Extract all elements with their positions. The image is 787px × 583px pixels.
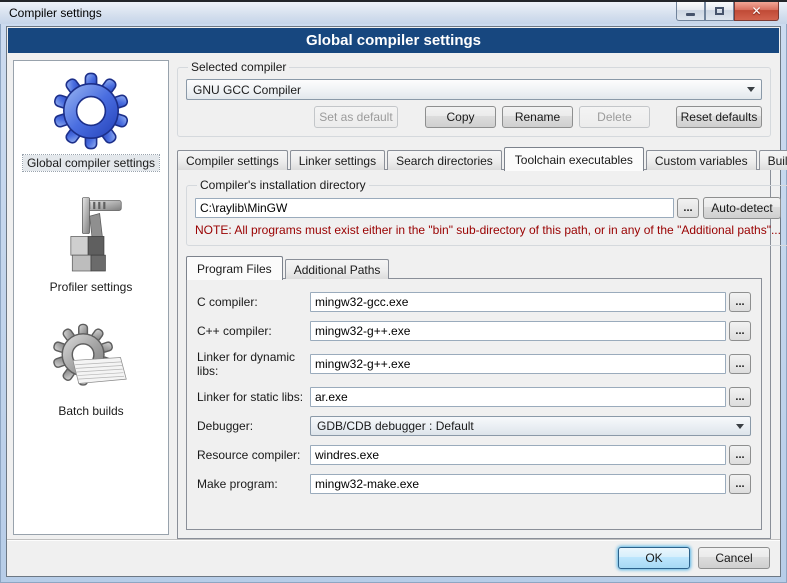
caliper-icon [49,193,133,277]
dialog-footer: OK Cancel [7,539,780,576]
dynamic-linker-input[interactable] [310,354,726,374]
make-program-input[interactable] [310,474,726,494]
sidebar-item-label: Global compiler settings [23,155,159,171]
c-compiler-row: C compiler: ... [197,292,751,312]
installation-directory-note: NOTE: All programs must exist either in … [195,223,781,237]
compiler-settings-window: Compiler settings ✕ Global compiler sett… [0,0,787,583]
cpp-compiler-input[interactable] [310,321,726,341]
resource-compiler-input[interactable] [310,445,726,465]
subtab-program-files[interactable]: Program Files [186,256,283,280]
sidebar-item-batch-builds[interactable]: Batch builds [49,317,133,419]
installation-directory-input[interactable] [195,198,674,218]
debugger-select[interactable]: GDB/CDB debugger : Default [310,416,751,436]
tab-linker-settings[interactable]: Linker settings [290,150,385,170]
make-program-browse-button[interactable]: ... [729,474,751,494]
static-linker-row: Linker for static libs: ... [197,387,751,407]
close-button[interactable]: ✕ [734,2,779,21]
sidebar-item-profiler-settings[interactable]: Profiler settings [46,193,137,295]
tab-build-options[interactable]: Build options [759,150,787,170]
installation-directory-group: Compiler's installation directory ... Au… [186,178,787,246]
page-title-banner: Global compiler settings [8,28,779,53]
cancel-button[interactable]: Cancel [698,547,770,569]
dynamic-linker-label: Linker for dynamic libs: [197,350,310,378]
toolchain-executables-panel: Compiler's installation directory ... Au… [177,169,771,539]
titlebar[interactable]: Compiler settings ✕ [0,2,787,24]
resource-compiler-browse-button[interactable]: ... [729,445,751,465]
installation-directory-row: ... Auto-detect [195,197,781,219]
debugger-label: Debugger: [197,419,310,433]
c-compiler-browse-button[interactable]: ... [729,292,751,312]
static-linker-label: Linker for static libs: [197,390,310,404]
sidebar-item-label: Batch builds [54,403,127,419]
close-icon: ✕ [751,4,761,18]
compiler-select-value: GNU GCC Compiler [193,83,741,97]
set-as-default-button[interactable]: Set as default [314,106,398,128]
compiler-buttons-row: Set as default Copy Rename Delete Reset … [186,106,762,128]
cpp-compiler-browse-button[interactable]: ... [729,321,751,341]
ok-button[interactable]: OK [618,547,690,569]
gray-gear-papers-icon [49,317,133,401]
static-linker-input[interactable] [310,387,726,407]
program-files-panel: C compiler: ... C++ compiler: ... [186,278,762,530]
cpp-compiler-label: C++ compiler: [197,324,310,338]
content-area: Global compiler settings [7,53,780,539]
selected-compiler-legend: Selected compiler [188,60,289,74]
resource-compiler-row: Resource compiler: ... [197,445,751,465]
tab-custom-variables[interactable]: Custom variables [646,150,757,170]
c-compiler-label: C compiler: [197,295,310,309]
make-program-row: Make program: ... [197,474,751,494]
delete-button[interactable]: Delete [579,106,650,128]
page-title: Global compiler settings [306,32,481,49]
minimize-button[interactable] [676,2,705,21]
subtab-additional-paths[interactable]: Additional Paths [285,259,390,279]
program-files-tabstrip: Program Files Additional Paths [186,256,762,279]
maximize-icon [715,7,724,15]
cpp-compiler-row: C++ compiler: ... [197,321,751,341]
dynamic-linker-row: Linker for dynamic libs: ... [197,350,751,378]
main-panel: Selected compiler GNU GCC Compiler Set a… [177,60,774,539]
installation-directory-legend: Compiler's installation directory [197,178,369,192]
auto-detect-button[interactable]: Auto-detect [703,197,781,219]
make-program-label: Make program: [197,477,310,491]
sidebar-item-global-compiler-settings[interactable]: Global compiler settings [23,69,159,171]
window-title: Compiler settings [9,6,102,20]
rename-button[interactable]: Rename [502,106,573,128]
resource-compiler-label: Resource compiler: [197,448,310,462]
chevron-down-icon [747,87,755,92]
compiler-select[interactable]: GNU GCC Compiler [186,79,762,100]
debugger-row: Debugger: GDB/CDB debugger : Default [197,416,751,436]
minimize-icon [686,13,695,16]
maximize-button[interactable] [705,2,734,21]
window-controls: ✕ [676,2,779,21]
reset-defaults-button[interactable]: Reset defaults [676,106,762,128]
static-linker-browse-button[interactable]: ... [729,387,751,407]
dialog-client-area: Global compiler settings [6,26,781,577]
selected-compiler-group: Selected compiler GNU GCC Compiler Set a… [177,60,771,137]
copy-button[interactable]: Copy [425,106,496,128]
c-compiler-input[interactable] [310,292,726,312]
settings-tabstrip: Compiler settings Linker settings Search… [177,146,771,170]
tab-toolchain-executables[interactable]: Toolchain executables [504,147,644,171]
installation-directory-browse-button[interactable]: ... [677,198,699,218]
dynamic-linker-browse-button[interactable]: ... [729,354,751,374]
sidebar-item-label: Profiler settings [46,279,137,295]
settings-category-sidebar: Global compiler settings [13,60,169,535]
tab-search-directories[interactable]: Search directories [387,150,502,170]
chevron-down-icon [736,424,744,429]
tab-compiler-settings[interactable]: Compiler settings [177,150,288,170]
debugger-select-value: GDB/CDB debugger : Default [317,419,730,433]
blue-gear-icon [49,69,133,153]
